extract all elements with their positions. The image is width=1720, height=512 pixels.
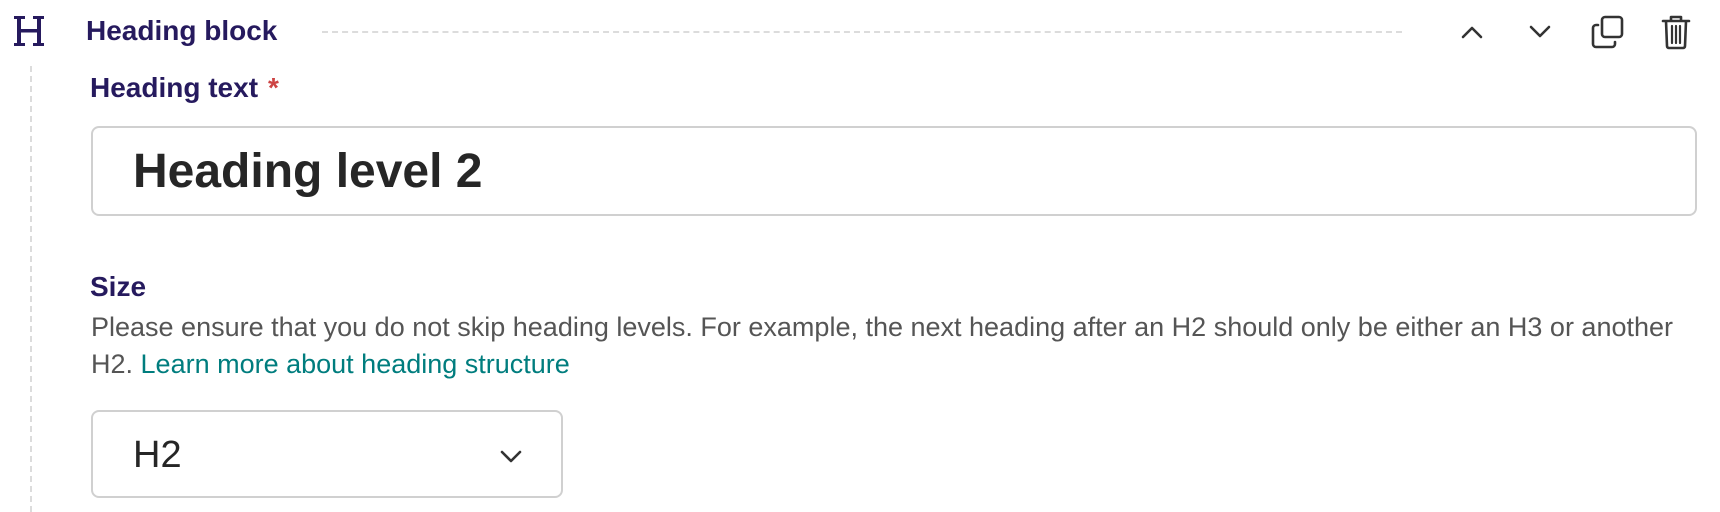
heading-text-input[interactable] [91, 126, 1697, 216]
heading-h-icon [12, 10, 46, 52]
duplicate-button[interactable] [1588, 12, 1628, 52]
nesting-guide-line [30, 66, 32, 512]
trash-icon [1661, 14, 1691, 50]
required-marker: * [268, 72, 279, 103]
heading-block-panel: Heading block Heading text * Heading lev… [0, 0, 1720, 512]
size-label: Size [90, 271, 147, 302]
delete-button[interactable] [1656, 12, 1696, 52]
header-divider [322, 31, 1402, 33]
heading-text-label-text: Heading text [90, 72, 259, 103]
heading-text-label: Heading text * [90, 72, 279, 104]
block-header: Heading block [0, 0, 1720, 64]
move-up-button[interactable] [1452, 12, 1492, 52]
block-title: Heading block [86, 15, 278, 46]
heading-structure-link[interactable]: Learn more about heading structure [141, 349, 570, 379]
size-select[interactable]: H2 [91, 410, 563, 498]
size-select-value: H2 [133, 434, 182, 476]
chevron-down-icon [497, 442, 525, 470]
size-help-text: Please ensure that you do not skip headi… [91, 309, 1706, 383]
duplicate-icon [1591, 15, 1625, 49]
chevron-up-icon [1461, 25, 1483, 39]
move-down-button[interactable] [1520, 12, 1560, 52]
chevron-down-icon [1529, 25, 1551, 39]
